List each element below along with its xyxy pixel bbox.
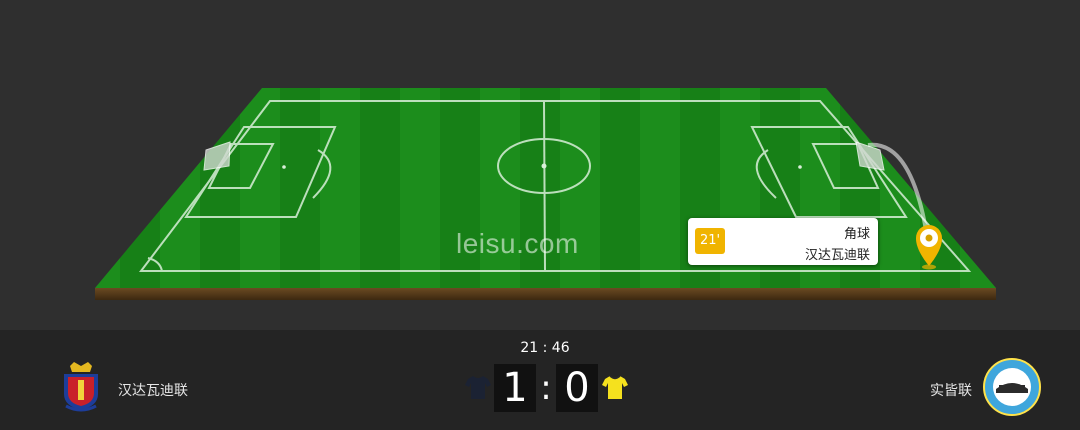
- football-pitch: [95, 88, 996, 300]
- event-team: 汉达瓦迪联: [804, 248, 870, 263]
- match-time: 21 : 46: [520, 340, 570, 356]
- event-card[interactable]: 21' 角球 汉达瓦迪联: [688, 218, 878, 265]
- event-type: 角球: [843, 227, 870, 242]
- watermark: leisu.com: [456, 228, 579, 259]
- away-score: 0: [556, 364, 598, 412]
- home-score: 1: [494, 364, 536, 412]
- away-team-crest-icon: [983, 358, 1041, 416]
- home-jersey-icon: [465, 376, 491, 399]
- away-team-name: 实皆联: [930, 383, 972, 399]
- score-separator: :: [540, 368, 552, 408]
- center-spot: [541, 163, 547, 169]
- left-goal: [203, 141, 231, 171]
- soil-edge: [95, 288, 996, 300]
- away-jersey-icon: [602, 375, 628, 399]
- home-team-crest-icon: [64, 362, 98, 412]
- left-penalty-spot: [282, 165, 286, 169]
- right-penalty-spot: [798, 165, 802, 169]
- event-minute: 21': [695, 228, 725, 254]
- home-team-name: 汉达瓦迪联: [118, 383, 188, 399]
